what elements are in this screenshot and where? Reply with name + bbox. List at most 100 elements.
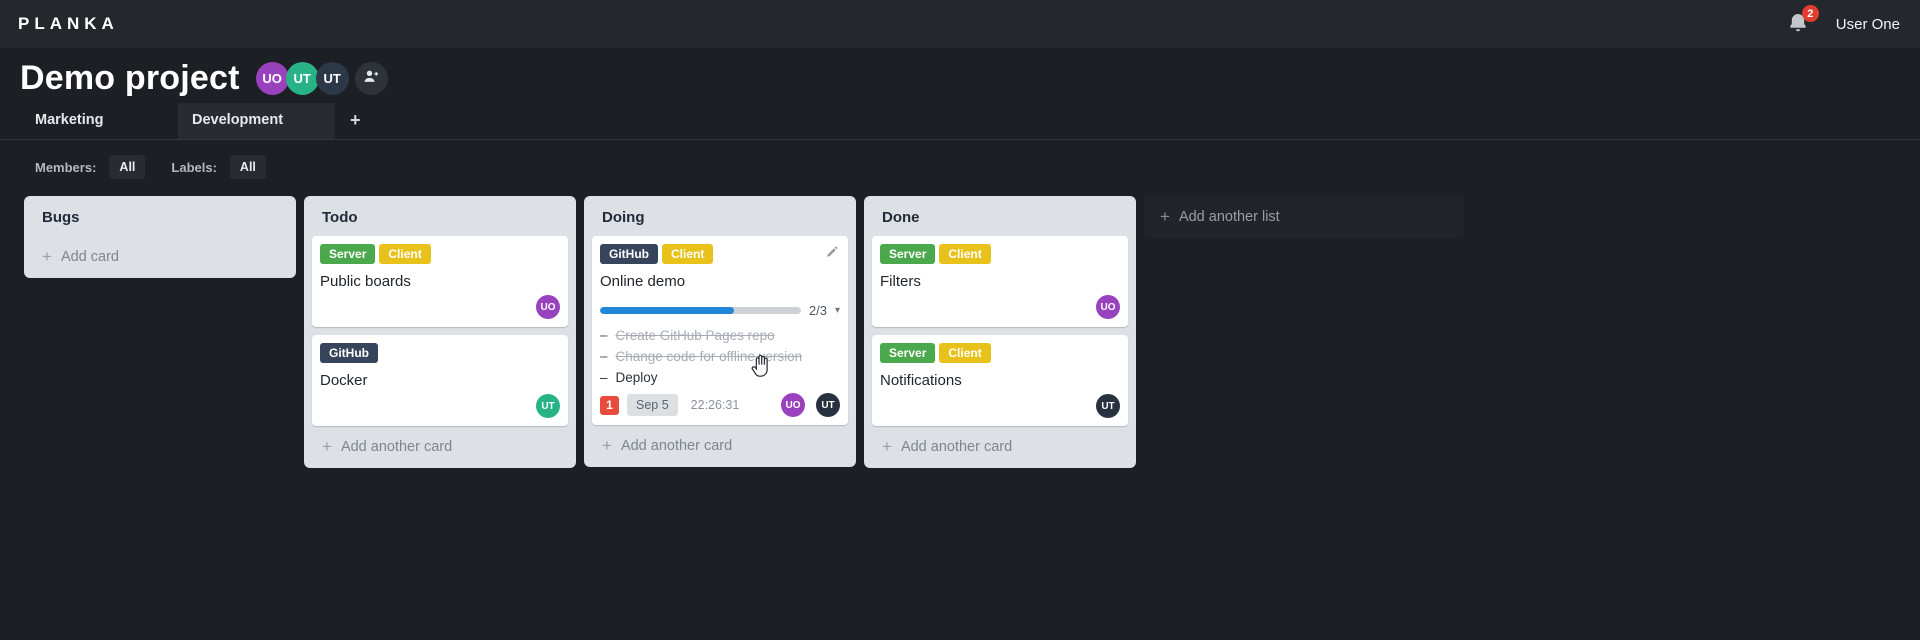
labels-row: Server Client (880, 244, 1120, 264)
card-public-boards[interactable]: Server Client Public boards UO (312, 236, 568, 327)
task-list: – Create GitHub Pages repo – Change code… (600, 325, 840, 388)
user-menu[interactable]: User One (1836, 16, 1900, 33)
avatar: UO (1096, 295, 1120, 319)
pencil-icon (825, 246, 840, 263)
add-another-card-button[interactable]: + Add another card (584, 425, 856, 463)
task-text: Create GitHub Pages repo (615, 328, 775, 343)
tab-development[interactable]: Development (178, 103, 335, 139)
add-another-list-button[interactable]: + Add another list (1144, 196, 1464, 238)
card-title: Online demo (600, 273, 686, 290)
members-filter-label: Members: (35, 159, 97, 175)
members-filter: Members: All (35, 155, 146, 179)
progress-fill (600, 307, 734, 314)
label-client: Client (379, 244, 431, 264)
board-tabs: Marketing Development + (0, 103, 1920, 140)
card-footer: UT (320, 394, 560, 418)
tab-marketing[interactable]: Marketing (21, 103, 178, 139)
cards: Server Client Public boards UO GitHub Do… (304, 236, 576, 426)
add-member-button[interactable] (354, 62, 388, 95)
label-github: GitHub (320, 343, 378, 363)
task-text: Change code for offline version (615, 349, 803, 364)
cards: Server Client Filters UO Server Client N… (864, 236, 1136, 426)
label-github: GitHub (600, 244, 658, 264)
project-members: UO UT UT (255, 62, 388, 95)
task-item: – Change code for offline version (600, 346, 840, 367)
list-title[interactable]: Done (864, 196, 1136, 236)
card-title: Filters (880, 273, 921, 290)
topbar: PLANKA 2 User One (0, 0, 1920, 48)
card-docker[interactable]: GitHub Docker UT (312, 335, 568, 426)
card-title: Public boards (320, 273, 411, 290)
add-another-card-button[interactable]: + Add another card (304, 426, 576, 464)
dash-icon: – (600, 328, 608, 343)
task-progress: 2/3 ▾ (600, 303, 840, 318)
timer-value[interactable]: 22:26:31 (691, 398, 740, 412)
topbar-right: 2 User One (1786, 5, 1902, 39)
project-header: Demo project UO UT UT (0, 48, 1920, 103)
list-done: Done Server Client Filters UO Server Cli… (864, 196, 1136, 468)
avatar: UO (536, 295, 560, 319)
add-card-label: Add another card (900, 439, 1013, 455)
dash-icon: – (600, 349, 608, 364)
bell-icon (1786, 14, 1810, 39)
person-add-icon (362, 67, 381, 91)
plus-icon: + (322, 437, 332, 456)
add-list-label: Add another list (1178, 209, 1280, 225)
dash-icon: – (600, 370, 608, 385)
members-filter-value[interactable]: All (109, 155, 146, 179)
add-board-button[interactable]: + (335, 103, 376, 139)
labels-row: GitHub (320, 343, 560, 363)
card-online-demo[interactable]: GitHub Client Online demo 2/3 ▾ – Create… (592, 236, 848, 425)
labels-filter-value[interactable]: All (229, 155, 266, 179)
plus-icon: + (42, 247, 52, 266)
project-title: Demo project (20, 59, 240, 97)
list-title[interactable]: Doing (584, 196, 856, 236)
card-footer: UO (320, 295, 560, 319)
label-client: Client (662, 244, 714, 264)
label-server: Server (880, 244, 936, 264)
labels-filter-label: Labels: (171, 159, 217, 175)
labels-filter: Labels: All (171, 155, 266, 179)
avatar: UT (1096, 394, 1120, 418)
card-badges: 1 Sep 5 22:26:31 UO UT (600, 393, 840, 417)
task-item: – Deploy (600, 367, 840, 388)
plus-icon: + (1160, 207, 1170, 226)
progress-count: 2/3 (808, 303, 827, 318)
list-title[interactable]: Todo (304, 196, 576, 236)
progress-bar (600, 307, 801, 314)
card-filters[interactable]: Server Client Filters UO (872, 236, 1128, 327)
add-another-card-button[interactable]: + Add another card (864, 426, 1136, 464)
card-title: Docker (320, 372, 368, 389)
due-date-badge[interactable]: Sep 5 (627, 394, 678, 416)
card-title: Notifications (880, 372, 962, 389)
filter-bar: Members: All Labels: All (0, 140, 1920, 194)
avatar[interactable]: UT (285, 62, 319, 95)
board: Bugs + Add card Todo Server Client Publi… (0, 194, 1920, 468)
add-card-button[interactable]: + Add card (24, 236, 296, 274)
card-notification-badge: 1 (600, 395, 619, 415)
notifications-button[interactable]: 2 (1786, 5, 1819, 39)
add-card-label: Add card (60, 249, 119, 265)
chevron-down-icon[interactable]: ▾ (835, 305, 840, 316)
label-server: Server (880, 343, 936, 363)
label-server: Server (320, 244, 376, 264)
card-footer: UO (880, 295, 1120, 319)
avatar: UT (536, 394, 560, 418)
planka-logo: PLANKA (18, 14, 119, 33)
plus-icon: + (882, 437, 892, 456)
labels-row: Server Client (880, 343, 1120, 363)
list-todo: Todo Server Client Public boards UO GitH… (304, 196, 576, 468)
avatar[interactable]: UO (255, 62, 289, 95)
list-title[interactable]: Bugs (24, 196, 296, 236)
notification-badge: 2 (1801, 5, 1819, 22)
list-bugs: Bugs + Add card (24, 196, 296, 278)
task-item: – Create GitHub Pages repo (600, 325, 840, 346)
avatar: UT (816, 393, 840, 417)
label-client: Client (939, 244, 991, 264)
labels-row: Server Client (320, 244, 560, 264)
task-text: Deploy (615, 370, 658, 385)
card-notifications[interactable]: Server Client Notifications UT (872, 335, 1128, 426)
edit-card-button[interactable] (825, 244, 840, 259)
avatar[interactable]: UT (315, 62, 349, 95)
labels-row: GitHub Client (600, 244, 840, 264)
